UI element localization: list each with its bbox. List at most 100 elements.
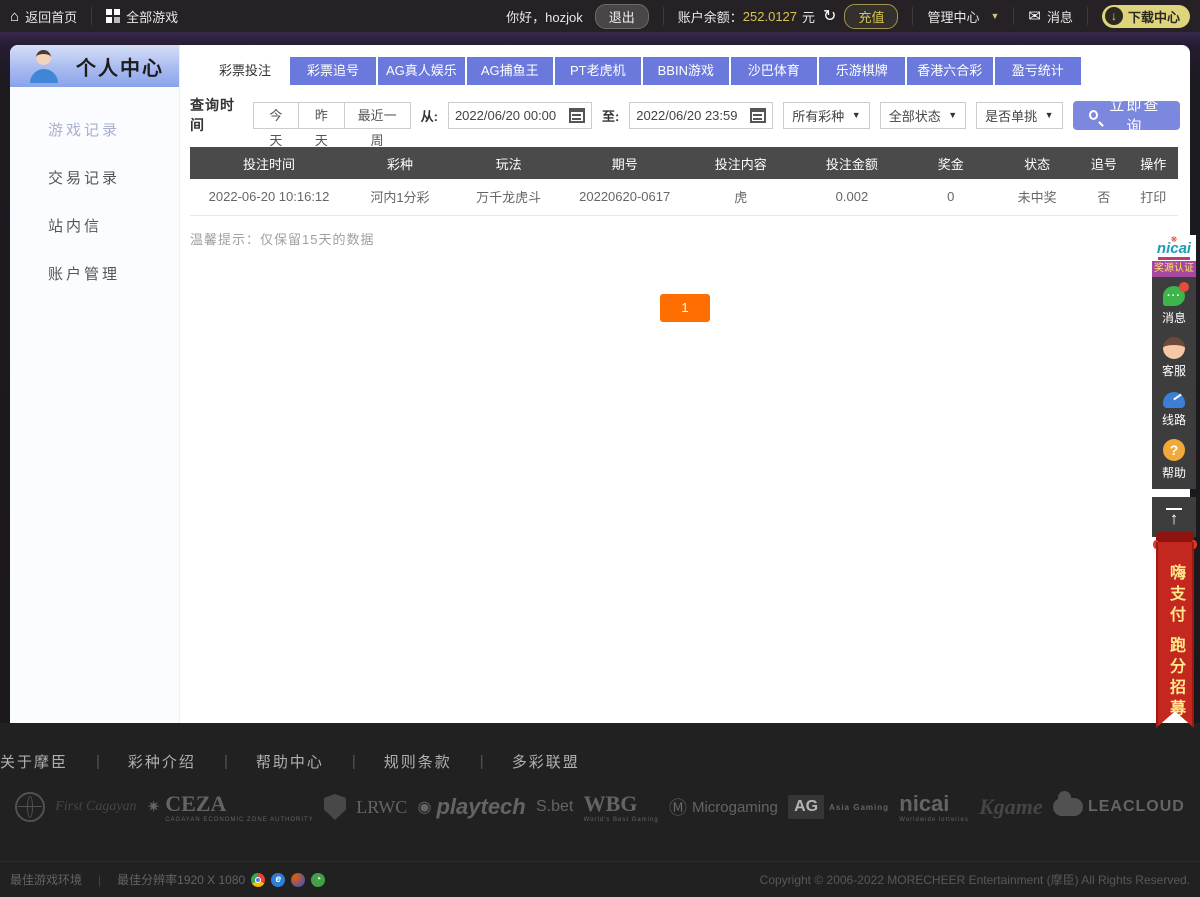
download-center-button[interactable]: ↓ 下载中心 [1102, 5, 1190, 28]
logo-underline [1158, 257, 1190, 260]
messages-widget[interactable]: 消息 [1152, 281, 1196, 332]
table-header-row: 投注时间 彩种 玩法 期号 投注内容 投注金额 奖金 状态 追号 操作 [190, 147, 1178, 179]
browser-360-icon: ◔ [311, 873, 325, 887]
from-date-input[interactable] [455, 108, 563, 123]
mail-icon: ✉ [1028, 7, 1041, 25]
cell-prize: 0 [906, 179, 995, 215]
quick-actions-panel: 消息 客服 线路 ? 帮助 [1152, 277, 1196, 489]
tab-saba-sports[interactable]: 沙巴体育 [731, 57, 817, 85]
to-date-input[interactable] [636, 108, 744, 123]
lrwc-logo: LRWC [356, 797, 407, 818]
query-form: 查询时间 今天 昨天 最近一周 从: 至: 所有彩种 [190, 95, 1180, 135]
calendar-icon[interactable] [750, 108, 766, 123]
globe-emblem-logo [15, 792, 45, 822]
messages-widget-label: 消息 [1152, 309, 1196, 326]
cell-amount: 0.002 [798, 179, 907, 215]
grid-icon [106, 9, 120, 23]
search-button[interactable]: 立即查询 [1073, 101, 1180, 130]
tab-pt-slots[interactable]: PT老虎机 [555, 57, 641, 85]
tab-lottery-chase[interactable]: 彩票追号 [290, 57, 376, 85]
tab-profit-stats[interactable]: 盈亏统计 [995, 57, 1081, 85]
col-content: 投注内容 [684, 147, 798, 179]
home-icon: ⌂ [10, 8, 19, 25]
chat-icon [1163, 286, 1185, 306]
divider [1087, 7, 1088, 25]
last-week-button[interactable]: 最近一周 [345, 102, 411, 129]
chevron-down-icon: ▼ [852, 110, 861, 120]
footer-bottom-bar: 最佳游戏环境 | 最佳分辨率1920 X 1080 e ◔ Copyright … [0, 861, 1200, 897]
today-button[interactable]: 今天 [253, 102, 299, 129]
chevron-down-icon: ▼ [948, 110, 957, 120]
footer-link-help-center[interactable]: 帮助中心 [228, 751, 352, 772]
calendar-icon[interactable] [569, 108, 585, 123]
lottery-type-select[interactable]: 所有彩种 ▼ [783, 102, 869, 129]
all-games-link[interactable]: 全部游戏 [106, 7, 178, 26]
sidebar-item-account-management[interactable]: 账户管理 [10, 251, 179, 299]
crest-emblem-logo [324, 794, 346, 820]
leacloud-logo: LEACLOUD [1053, 798, 1185, 816]
col-status: 状态 [995, 147, 1079, 179]
col-action: 操作 [1129, 147, 1178, 179]
tab-leyou-chess[interactable]: 乐游棋牌 [819, 57, 905, 85]
messages-link[interactable]: ✉ 消息 [1028, 7, 1073, 26]
search-button-label: 立即查询 [1106, 94, 1164, 136]
footer-link-lottery-intro[interactable]: 彩种介绍 [100, 751, 224, 772]
logout-button[interactable]: 退出 [595, 4, 649, 29]
col-amount: 投注金额 [798, 147, 907, 179]
balance-value: 252.0127 [743, 9, 797, 24]
yesterday-button[interactable]: 昨天 [299, 102, 344, 129]
lines-widget[interactable]: 线路 [1152, 385, 1196, 434]
help-widget[interactable]: ? 帮助 [1152, 434, 1196, 487]
admin-center-menu[interactable]: 管理中心 ▼ [927, 7, 999, 26]
ie-icon: e [271, 873, 285, 887]
lines-widget-label: 线路 [1152, 411, 1196, 428]
tab-hk-mark-six[interactable]: 香港六合彩 [907, 57, 993, 85]
brand-logo: ❋ nicai [1152, 235, 1196, 261]
lottery-type-value: 所有彩种 [792, 106, 844, 125]
help-widget-label: 帮助 [1152, 464, 1196, 481]
col-issue: 期号 [565, 147, 684, 179]
promo-banner[interactable]: 嗨支付 跑分招募 [1156, 532, 1194, 728]
admin-center-label: 管理中心 [927, 7, 979, 26]
balance-unit: 元 [802, 7, 815, 26]
print-link[interactable]: 打印 [1129, 179, 1178, 215]
avatar [26, 48, 62, 84]
back-to-top-button[interactable]: ↑ [1152, 497, 1196, 537]
page-button-1[interactable]: 1 [660, 294, 710, 322]
tab-lottery-bets[interactable]: 彩票投注 [202, 57, 288, 85]
cell-chase: 否 [1079, 179, 1128, 215]
tab-bbin[interactable]: BBIN游戏 [643, 57, 729, 85]
download-icon: ↓ [1105, 7, 1123, 25]
best-environment-text: 最佳游戏环境 [10, 871, 82, 888]
col-play: 玩法 [452, 147, 566, 179]
copyright-text: Copyright © 2006-2022 MORECHEER Entertai… [760, 871, 1190, 888]
sidebar-item-site-mail[interactable]: 站内信 [10, 203, 179, 251]
cell-content: 虎 [684, 179, 798, 215]
nicai-logo: nicai Worldwide lotteries [899, 791, 969, 823]
tab-ag-live[interactable]: AG真人娱乐 [378, 57, 465, 85]
status-select[interactable]: 全部状态 ▼ [880, 102, 966, 129]
chrome-icon [251, 873, 265, 887]
messages-label: 消息 [1047, 7, 1073, 26]
speedometer-icon [1163, 392, 1185, 408]
prize-certification-badge[interactable]: 奖源认证 [1152, 261, 1196, 277]
refresh-icon[interactable]: ↻ [823, 6, 836, 26]
footer-link-rules[interactable]: 规则条款 [356, 751, 480, 772]
sidebar-item-transaction-records[interactable]: 交易记录 [10, 155, 179, 203]
footer-link-about[interactable]: 关于摩臣 [0, 751, 96, 772]
cell-status: 未中奖 [995, 179, 1079, 215]
customer-service-widget[interactable]: 客服 [1152, 332, 1196, 385]
single-pick-value: 是否单挑 [985, 106, 1037, 125]
recharge-button[interactable]: 充值 [844, 4, 898, 29]
banner-body: 嗨支付 跑分招募 [1156, 542, 1194, 728]
cell-bet-time: 2022-06-20 10:16:12 [190, 179, 348, 215]
tab-ag-fishing[interactable]: AG捕鱼王 [467, 57, 553, 85]
firefox-icon [291, 873, 305, 887]
customer-service-label: 客服 [1152, 362, 1196, 379]
sidebar-item-game-records[interactable]: 游戏记录 [10, 107, 179, 155]
single-pick-select[interactable]: 是否单挑 ▼ [976, 102, 1062, 129]
microgaming-logo: Ⓜ Microgaming [669, 794, 778, 820]
home-link[interactable]: ⌂ 返回首页 [10, 7, 77, 26]
footer: 关于摩臣 | 彩种介绍 | 帮助中心 | 规则条款 | 多彩联盟 First C… [0, 723, 1200, 897]
footer-link-alliance[interactable]: 多彩联盟 [484, 751, 608, 772]
